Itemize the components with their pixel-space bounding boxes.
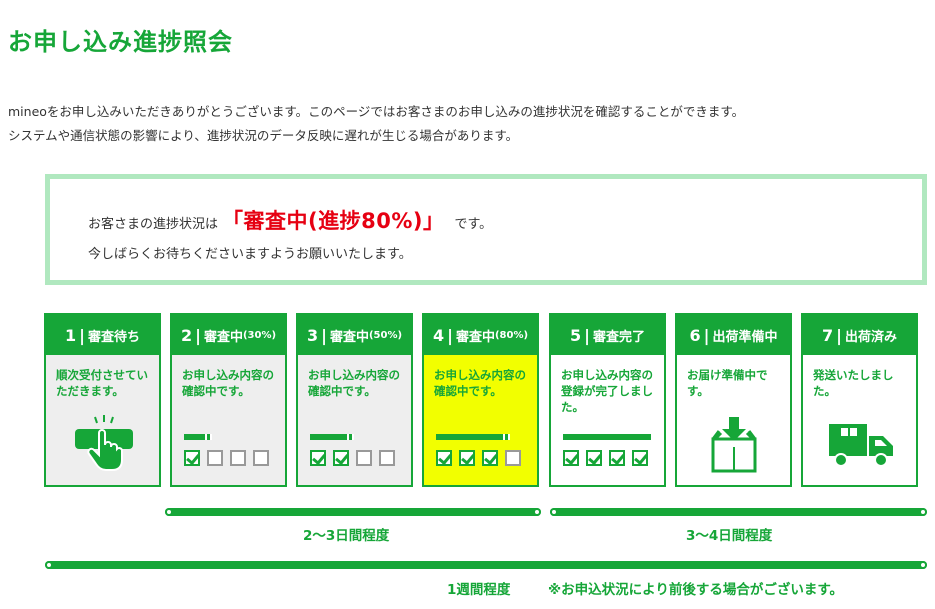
checkbox-empty	[207, 450, 223, 466]
step-5-header: 5 | 審査完了	[551, 315, 664, 355]
step-2: 2 | 審査中 (30%) お申し込み内容の確認中です。	[170, 313, 287, 487]
checkbox-checked	[563, 450, 579, 466]
step-percent: (50%)	[368, 329, 403, 341]
step-5: 5 | 審査完了 お申し込み内容の登録が完了しました。	[549, 313, 666, 487]
status-suffix: です。	[454, 217, 493, 232]
step-label: 審査完了	[592, 329, 645, 345]
step-number: 6	[689, 325, 701, 345]
checkbox-checked	[632, 450, 648, 466]
step-3-header: 3 | 審査中 (50%)	[298, 315, 411, 355]
checkbox-empty	[253, 450, 269, 466]
step-progress-bar	[184, 434, 212, 440]
step-6: 6 | 出荷準備中 お届け準備中です。	[675, 313, 792, 487]
step-number: 3	[306, 325, 319, 345]
checkbox-checked	[184, 450, 200, 466]
checkbox-checked	[436, 450, 452, 466]
status-prefix: お客さまの進捗状況は	[88, 217, 219, 232]
shipping-period-label: 3〜4日間程度	[686, 528, 773, 544]
step-3: 3 | 審査中 (50%) お申し込み内容の確認中です。	[296, 313, 413, 487]
page-title: お申し込み進捗照会	[8, 28, 233, 56]
step-number: 2	[180, 325, 193, 345]
total-period-label: 1週間程度	[447, 582, 511, 598]
intro-line-2: システムや通信状態の影響により、進捗状況のデータ反映に遅れが生じる場合があります…	[8, 128, 519, 143]
step-checkboxes	[436, 450, 521, 466]
download-box-icon	[711, 417, 757, 473]
step-checkboxes	[310, 450, 395, 466]
step-7: 7 | 出荷済み 発送いたしました。	[801, 313, 918, 487]
checkbox-checked	[609, 450, 625, 466]
step-checkboxes	[563, 450, 648, 466]
step-description: 順次受付させていただきます。	[56, 368, 148, 398]
checkbox-empty	[505, 450, 521, 466]
step-number: 4	[432, 325, 445, 345]
step-number: 5	[570, 325, 582, 345]
checkbox-empty	[230, 450, 246, 466]
review-period-label: 2〜3日間程度	[303, 528, 390, 544]
step-description: 発送いたしました。	[813, 368, 894, 398]
step-description: お申し込み内容の登録が完了しました。	[561, 368, 653, 414]
shipping-period-bar	[550, 508, 927, 516]
step-progress-bar	[310, 434, 354, 440]
status-value: 「審査中(進捗80%)」	[222, 209, 445, 233]
review-period-bar	[165, 508, 541, 516]
status-box: お客さまの進捗状況は 「審査中(進捗80%)」 です。 今しばらくお待ちくださいます…	[45, 174, 927, 285]
status-line: お客さまの進捗状況は 「審査中(進捗80%)」 です。	[88, 205, 492, 235]
step-checkboxes	[184, 450, 269, 466]
status-message: 今しばらくお待ちくださいますようお願いいたします。	[88, 247, 412, 262]
checkbox-checked	[459, 450, 475, 466]
checkbox-checked	[482, 450, 498, 466]
checkbox-empty	[356, 450, 372, 466]
delivery-truck-icon	[829, 424, 893, 467]
step-label: 出荷準備中	[712, 329, 778, 345]
step-label: 審査待ち	[87, 329, 140, 345]
step-number: 7	[822, 325, 834, 345]
intro-text: mineoをお申し込みいただきありがとうございます。このページではお客さまのお申…	[8, 100, 744, 148]
step-6-header: 6 | 出荷準備中	[677, 315, 790, 355]
step-1: 1 | 審査待ち 順次受付させていただきます。	[44, 313, 161, 487]
step-label: 審査中	[329, 329, 369, 345]
checkbox-empty	[379, 450, 395, 466]
step-label: 審査中	[455, 329, 495, 345]
step-description: お届け準備中です。	[687, 368, 768, 398]
step-progress-bar	[563, 434, 651, 440]
step-number: 1	[65, 325, 77, 345]
step-1-header: 1 | 審査待ち	[46, 315, 159, 355]
checkbox-checked	[333, 450, 349, 466]
step-percent: (80%)	[494, 329, 529, 341]
step-progress-bar	[436, 434, 510, 440]
checkbox-checked	[310, 450, 326, 466]
step-description: お申し込み内容の確認中です。	[182, 368, 274, 398]
progress-steps: 1 | 審査待ち 順次受付させていただきます。 2 | 審査中 (30%) お申し込み内容…	[44, 313, 918, 487]
step-label: 出荷済み	[844, 329, 897, 345]
step-percent: (30%)	[242, 329, 277, 341]
step-description: お申し込み内容の確認中です。	[434, 368, 526, 398]
step-7-header: 7 | 出荷済み	[803, 315, 916, 355]
step-2-header: 2 | 審査中 (30%)	[172, 315, 285, 355]
step-description: お申し込み内容の確認中です。	[308, 368, 400, 398]
total-period-bar	[45, 561, 927, 569]
checkbox-checked	[586, 450, 602, 466]
step-label: 審査中	[203, 329, 243, 345]
step-4: 4 | 審査中 (80%) お申し込み内容の確認中です。	[422, 313, 539, 487]
period-note: ※お申込状況により前後する場合がございます。	[548, 582, 844, 598]
tap-hand-icon	[75, 415, 133, 471]
step-4-header: 4 | 審査中 (80%)	[424, 315, 537, 355]
intro-line-1: mineoをお申し込みいただきありがとうございます。このページではお客さまのお申…	[8, 104, 745, 119]
